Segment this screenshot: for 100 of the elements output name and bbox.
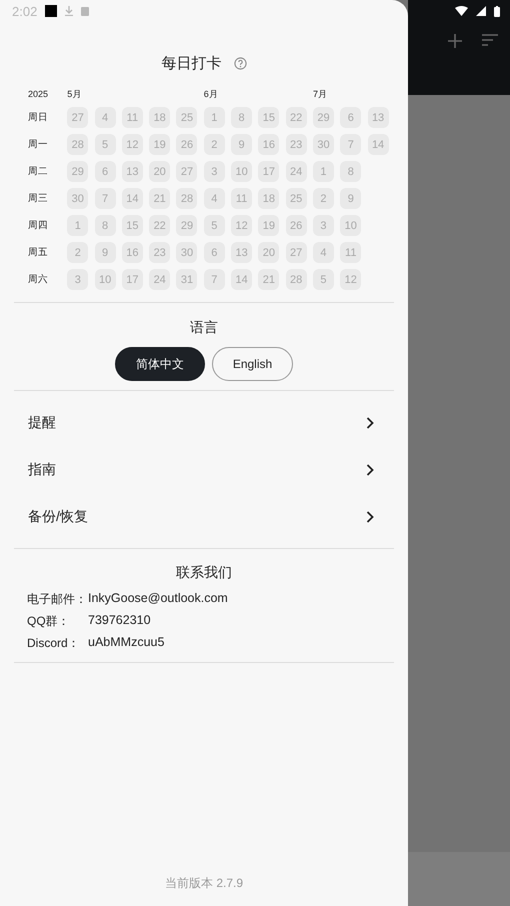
day-cell: 3: [312, 215, 334, 236]
day-cell: 9: [231, 134, 252, 155]
day-cell: 21: [149, 188, 170, 209]
language-button[interactable]: English: [212, 347, 294, 381]
day-cell: 1: [204, 107, 225, 128]
version-text: 当前版本 2.7.9: [164, 875, 244, 892]
day-cell: 15: [122, 215, 143, 236]
contact-value: uAbMMzcuu5: [88, 635, 166, 651]
day-cell: 9: [94, 242, 116, 263]
day-cell: 4: [94, 107, 116, 128]
status-time: 2:02: [12, 4, 38, 18]
download-icon: [65, 6, 74, 16]
month-label: 5月: [67, 88, 82, 100]
weekday-label: 周一: [28, 138, 49, 151]
day-cell: 14: [122, 188, 143, 209]
day-cell: 3: [204, 161, 225, 182]
section-title: 联系我们: [175, 564, 233, 582]
day-cell: 26: [286, 215, 307, 236]
day-cell: 19: [149, 134, 170, 155]
day-cell: 13: [122, 161, 143, 182]
menu-item[interactable]: 提醒: [14, 399, 394, 446]
contact-label: QQ群：: [27, 613, 71, 630]
battery-icon: [494, 6, 500, 16]
day-cell: 30: [67, 188, 88, 209]
day-cell: 28: [176, 188, 198, 209]
chevron-right-icon: [366, 416, 374, 428]
day-cell: 4: [312, 242, 334, 263]
day-cell: 14: [368, 134, 389, 155]
day-cell: 20: [258, 242, 280, 263]
menu-item[interactable]: 指南: [14, 446, 394, 493]
day-cell: 8: [231, 107, 252, 128]
day-cell: 1: [312, 161, 334, 182]
help-icon[interactable]: [234, 57, 246, 70]
day-cell: 16: [122, 242, 143, 263]
weekday-label: 周五: [28, 246, 49, 259]
day-cell: 17: [258, 161, 280, 182]
year-label: 2025: [28, 89, 50, 99]
day-cell: 30: [176, 242, 198, 263]
day-cell: 11: [340, 242, 362, 263]
contact-label: Discord：: [27, 635, 81, 652]
day-cell: 26: [176, 134, 198, 155]
section-title: 语言: [189, 319, 219, 337]
contact-label: 电子邮件：: [27, 591, 88, 608]
month-label: 7月: [312, 88, 328, 100]
day-cell: 3: [67, 269, 88, 290]
day-cell: 12: [231, 215, 252, 236]
day-cell: 27: [286, 242, 307, 263]
day-cell: 5: [204, 215, 225, 236]
day-cell: 12: [340, 269, 362, 290]
day-cell: 18: [258, 188, 280, 209]
month-label: 6月: [204, 88, 219, 100]
day-cell: 23: [286, 134, 307, 155]
day-cell: 27: [67, 107, 88, 128]
sort-icon[interactable]: [482, 34, 498, 46]
day-cell: 5: [94, 134, 116, 155]
square-icon: [45, 5, 58, 17]
day-cell: 19: [258, 215, 280, 236]
day-cell: 16: [258, 134, 280, 155]
day-cell: 14: [231, 269, 252, 290]
signal-icon: [476, 6, 486, 16]
day-cell: 8: [94, 215, 116, 236]
day-cell: 27: [176, 161, 198, 182]
day-cell: 25: [176, 107, 198, 128]
day-cell: 30: [312, 134, 334, 155]
language-button[interactable]: 简体中文: [114, 347, 205, 381]
day-cell: 6: [94, 161, 116, 182]
weekday-label: 周六: [28, 273, 49, 286]
day-cell: 10: [340, 215, 362, 236]
day-cell: 5: [312, 269, 334, 290]
contact-value: InkyGoose@outlook.com: [88, 591, 229, 607]
day-cell: 2: [67, 242, 88, 263]
menu-item[interactable]: 备份/恢复: [14, 493, 394, 540]
day-cell: 11: [122, 107, 143, 128]
day-cell: 13: [368, 107, 389, 128]
day-cell: 31: [176, 269, 198, 290]
day-cell: 2: [204, 134, 225, 155]
day-cell: 25: [286, 188, 307, 209]
weekday-label: 周三: [28, 192, 49, 205]
day-cell: 4: [204, 188, 225, 209]
day-cell: 22: [286, 107, 307, 128]
day-cell: 28: [286, 269, 307, 290]
day-cell: 24: [286, 161, 307, 182]
chevron-right-icon: [366, 510, 374, 522]
day-cell: 21: [258, 269, 280, 290]
day-cell: 29: [67, 161, 88, 182]
day-cell: 8: [340, 161, 362, 182]
day-cell: 6: [340, 107, 362, 128]
weekday-label: 周四: [28, 219, 49, 232]
contact-value: 739762310: [88, 613, 152, 629]
day-cell: 17: [122, 269, 143, 290]
day-cell: 29: [176, 215, 198, 236]
day-cell: 10: [231, 161, 252, 182]
day-cell: 18: [149, 107, 170, 128]
day-cell: 15: [258, 107, 280, 128]
day-cell: 10: [94, 269, 116, 290]
day-cell: 12: [122, 134, 143, 155]
day-cell: 2: [312, 188, 334, 209]
add-icon[interactable]: [448, 34, 462, 48]
day-cell: 29: [312, 107, 334, 128]
day-cell: 7: [204, 269, 225, 290]
